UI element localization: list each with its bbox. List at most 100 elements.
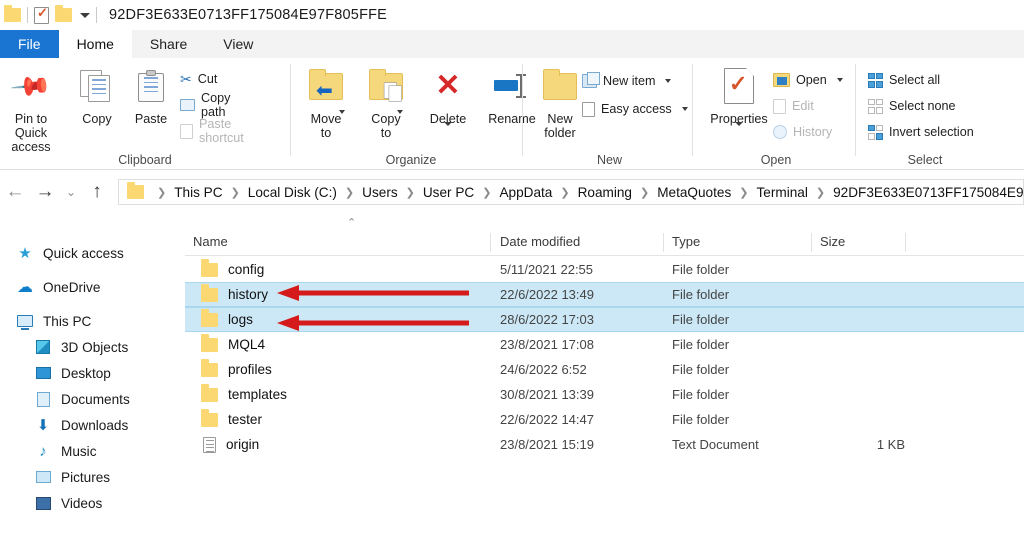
- sidebar-item-downloads[interactable]: ⬇ Downloads: [0, 412, 185, 438]
- delete-button[interactable]: ✕ Delete: [417, 64, 479, 144]
- sidebar-item-documents[interactable]: Documents: [0, 386, 185, 412]
- sidebar-item-label: OneDrive: [43, 279, 101, 295]
- invert-selection-label: Invert selection: [889, 125, 974, 139]
- back-button[interactable]: ←: [0, 181, 30, 203]
- file-date: 22/6/2022 13:49: [500, 287, 594, 302]
- table-row[interactable]: logs 28/6/2022 17:03 File folder: [185, 307, 1024, 332]
- pin-label-line1: Pin to Quick: [14, 112, 48, 140]
- folder-icon: [201, 309, 218, 327]
- breadcrumb-separator: ❯: [405, 186, 415, 199]
- breadcrumb-roaming[interactable]: Roaming: [576, 185, 634, 200]
- breadcrumb-users[interactable]: Users: [360, 185, 400, 200]
- column-divider[interactable]: [811, 233, 812, 252]
- edit-button[interactable]: Edit: [773, 95, 814, 117]
- open-label: Open: [796, 73, 827, 87]
- sidebar-item-pictures[interactable]: Pictures: [0, 464, 185, 490]
- folder-icon[interactable]: [4, 5, 21, 22]
- paste-label: Paste: [134, 112, 168, 126]
- breadcrumb-separator: ❯: [560, 186, 570, 199]
- new-item-button[interactable]: New item: [582, 70, 672, 92]
- column-divider[interactable]: [905, 233, 906, 252]
- chevron-down-icon[interactable]: [836, 78, 843, 82]
- sidebar-item-onedrive[interactable]: ☁ OneDrive: [0, 274, 185, 300]
- pin-to-quick-access-button[interactable]: 📌 Pin to Quick access: [0, 64, 62, 154]
- cube-icon: [34, 340, 52, 354]
- sidebar-item-3d-objects[interactable]: 3D Objects: [0, 334, 185, 360]
- open-button[interactable]: Open: [773, 69, 843, 91]
- file-name: MQL4: [228, 337, 266, 352]
- column-header-type[interactable]: Type: [672, 234, 700, 249]
- copy-button[interactable]: Copy: [66, 64, 128, 126]
- copy-to-button[interactable]: Copy to: [355, 64, 417, 140]
- breadcrumb-terminal-id[interactable]: 92DF3E633E0713FF175084E97F: [831, 185, 1023, 200]
- table-row[interactable]: config 5/11/2021 22:55 File folder: [185, 257, 1024, 282]
- table-row[interactable]: profiles 24/6/2022 6:52 File folder: [185, 357, 1024, 382]
- copy-path-button[interactable]: Copy path: [180, 91, 230, 119]
- sidebar-item-quick-access[interactable]: ★ Quick access: [0, 240, 185, 266]
- file-name-cell: tester: [185, 409, 262, 427]
- column-divider[interactable]: [663, 233, 664, 252]
- breadcrumb-appdata[interactable]: AppData: [497, 185, 554, 200]
- customize-caret-icon[interactable]: [80, 12, 90, 18]
- breadcrumb-terminal[interactable]: Terminal: [754, 185, 809, 200]
- paste-button[interactable]: Paste: [120, 64, 182, 126]
- tab-share[interactable]: Share: [131, 30, 206, 58]
- breadcrumb-this-pc[interactable]: This PC: [172, 185, 224, 200]
- chevron-down-icon[interactable]: [444, 122, 452, 143]
- breadcrumb-separator: ❯: [639, 186, 650, 199]
- window-title: 92DF3E633E0713FF175084E97F805FFE: [109, 7, 388, 23]
- table-row[interactable]: origin 23/8/2021 15:19 Text Document 1 K…: [185, 432, 1024, 457]
- up-button[interactable]: ↑: [82, 181, 112, 203]
- chevron-down-icon[interactable]: [735, 122, 743, 143]
- file-name: history: [228, 287, 269, 302]
- breadcrumb-metaquotes[interactable]: MetaQuotes: [655, 185, 733, 200]
- cut-label: Cut: [197, 72, 218, 86]
- select-none-button[interactable]: Select none: [868, 95, 956, 117]
- column-header-name[interactable]: Name: [193, 234, 228, 249]
- breadcrumb[interactable]: ❯ This PC ❯ Local Disk (C:) ❯ Users ❯ Us…: [118, 179, 1024, 205]
- history-button[interactable]: History: [773, 121, 832, 143]
- new-folder-icon[interactable]: [55, 5, 72, 22]
- recent-locations-button[interactable]: ⌄: [60, 185, 82, 199]
- table-row[interactable]: history 22/6/2022 13:49 File folder: [185, 282, 1024, 307]
- table-row[interactable]: tester 22/6/2022 14:47 File folder: [185, 407, 1024, 432]
- file-name-cell: origin: [185, 436, 259, 453]
- chevron-down-icon[interactable]: [665, 79, 672, 83]
- sidebar-item-this-pc[interactable]: This PC: [0, 308, 185, 334]
- breadcrumb-user-pc[interactable]: User PC: [421, 185, 476, 200]
- column-divider[interactable]: [490, 233, 491, 252]
- tab-home[interactable]: Home: [58, 30, 132, 58]
- breadcrumb-local-disk[interactable]: Local Disk (C:): [246, 185, 339, 200]
- ribbon-group-organize: ⬅ Move to Copy to ✕ Delete Rename Organi…: [295, 58, 536, 170]
- breadcrumb-separator: ❯: [815, 186, 826, 199]
- tab-file[interactable]: File: [0, 30, 59, 58]
- monitor-icon: [16, 315, 34, 330]
- properties-icon[interactable]: [34, 5, 49, 24]
- sidebar-item-videos[interactable]: Videos: [0, 490, 185, 516]
- sidebar-item-desktop[interactable]: Desktop: [0, 360, 185, 386]
- file-name-cell: config: [185, 259, 264, 277]
- invert-selection-button[interactable]: Invert selection: [868, 121, 974, 143]
- forward-button[interactable]: →: [30, 181, 60, 203]
- table-row[interactable]: templates 30/8/2021 13:39 File folder: [185, 382, 1024, 407]
- column-header-date-modified[interactable]: Date modified: [500, 234, 580, 249]
- easy-access-button[interactable]: Easy access: [582, 98, 688, 120]
- paste-shortcut-button[interactable]: Paste shortcut: [180, 117, 244, 145]
- divider: [96, 7, 97, 23]
- column-header-size[interactable]: Size: [820, 234, 845, 249]
- tab-view[interactable]: View: [205, 30, 272, 58]
- file-type: Text Document: [672, 437, 759, 452]
- sidebar-item-music[interactable]: ♪ Music: [0, 438, 185, 464]
- select-all-button[interactable]: Select all: [868, 69, 940, 91]
- file-type: File folder: [672, 312, 730, 327]
- chevron-down-icon[interactable]: [339, 110, 345, 114]
- move-to-button[interactable]: ⬅ Move to: [295, 64, 357, 140]
- properties-button[interactable]: ✓ Properties: [703, 64, 775, 144]
- group-label-new: New: [596, 153, 622, 167]
- pin-label-line2: access: [11, 140, 51, 154]
- table-row[interactable]: MQL4 23/8/2021 17:08 File folder: [185, 332, 1024, 357]
- file-name-cell: templates: [185, 384, 287, 402]
- cut-button[interactable]: ✂ Cut: [180, 68, 217, 90]
- chevron-down-icon[interactable]: [397, 110, 403, 114]
- chevron-down-icon[interactable]: [681, 107, 688, 111]
